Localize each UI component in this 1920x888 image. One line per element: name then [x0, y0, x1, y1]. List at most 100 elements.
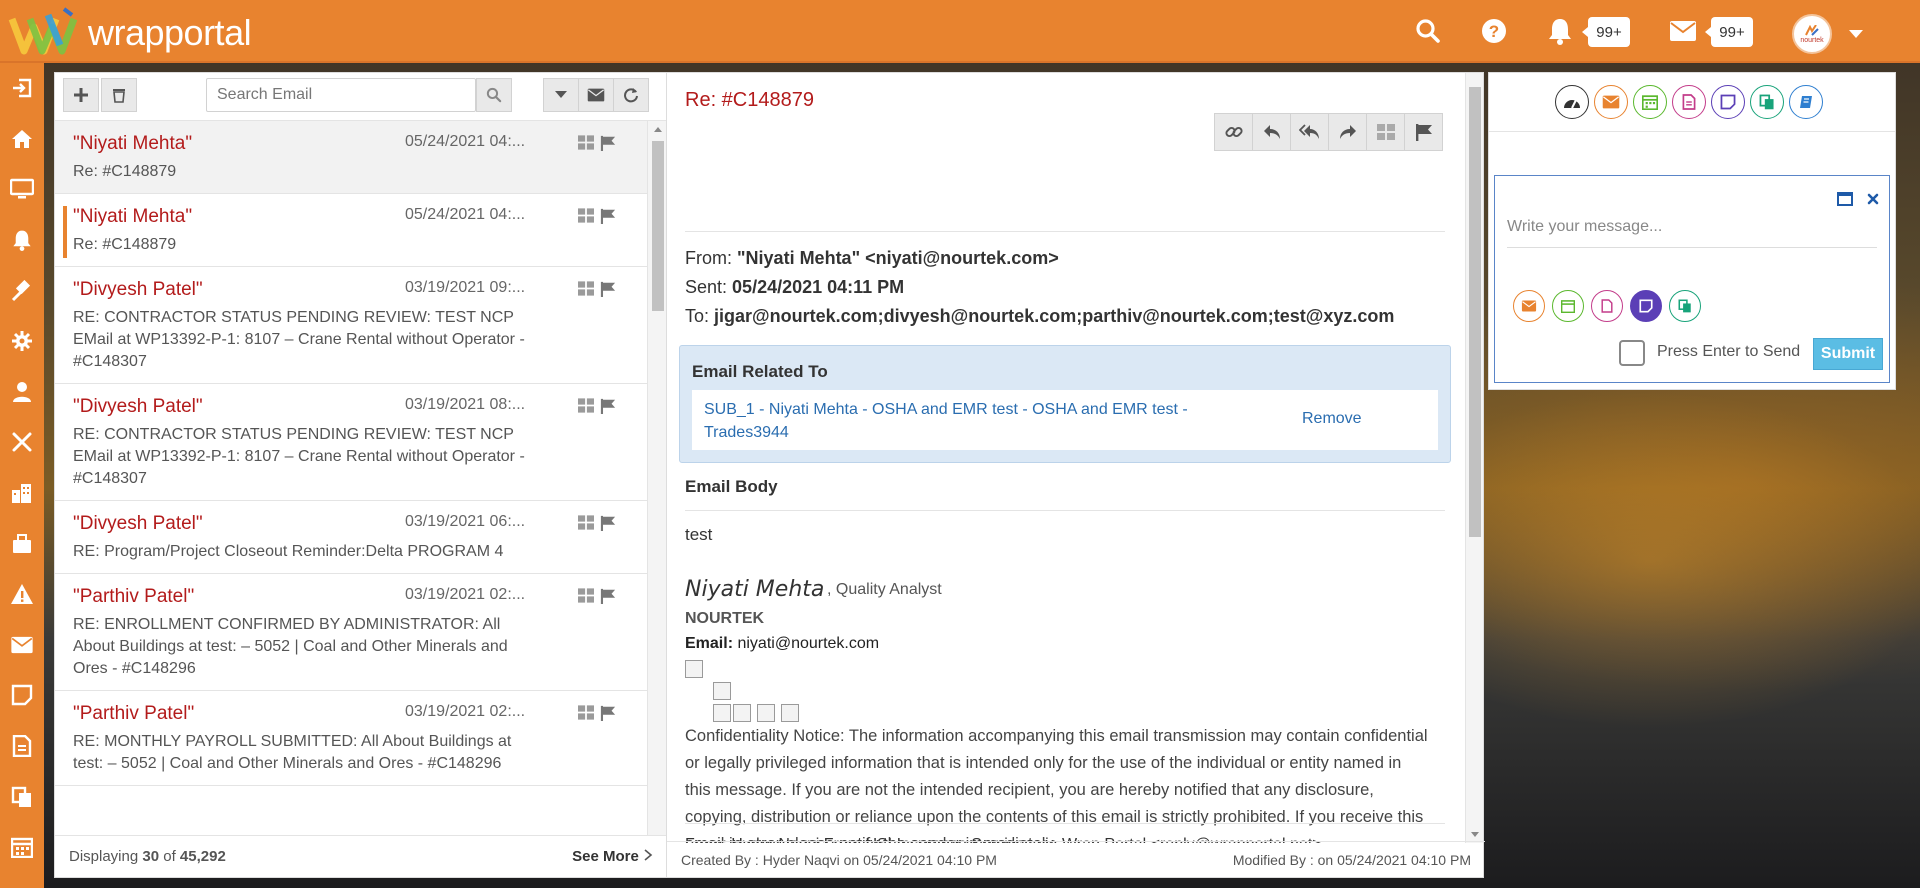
search-icon — [486, 87, 502, 103]
flag-button[interactable] — [1404, 113, 1443, 151]
email-item-actions — [578, 135, 616, 151]
sign-in-icon[interactable] — [0, 63, 44, 114]
refresh-button[interactable] — [613, 78, 649, 112]
reply-all-button[interactable] — [1290, 113, 1329, 151]
email-list-item[interactable]: "Parthiv Patel" 03/19/2021 02:... RE: ENRO… — [55, 574, 647, 691]
see-more-link[interactable]: See More — [572, 848, 653, 865]
related-record-link[interactable]: SUB_1 - Niyati Mehta - OSHA and EMR test… — [704, 398, 1214, 444]
flag-icon[interactable] — [600, 208, 616, 224]
remove-related-link[interactable]: Remove — [1302, 410, 1362, 428]
warning-icon[interactable] — [0, 569, 44, 620]
note-icon[interactable] — [0, 670, 44, 721]
search-button[interactable] — [476, 78, 512, 112]
flag-icon[interactable] — [600, 281, 616, 297]
document-icon[interactable] — [1672, 85, 1706, 119]
building-icon[interactable] — [0, 468, 44, 519]
gear-icon[interactable] — [0, 316, 44, 367]
email-subject: Re: #C148879 — [73, 236, 177, 253]
envelope-icon[interactable] — [1666, 14, 1700, 48]
forward-icon — [1339, 125, 1356, 139]
avatar-logo-icon — [1805, 24, 1819, 36]
email-list-toolbar — [55, 73, 667, 121]
email-detail-scroll-thumb[interactable] — [1469, 87, 1481, 537]
press-enter-checkbox[interactable] — [1619, 340, 1645, 366]
signature-email: Email: niyati@nourtek.com — [685, 635, 880, 652]
grid-view-button[interactable] — [1366, 113, 1405, 151]
email-item-actions — [578, 281, 616, 297]
email-attach-icon[interactable] — [1513, 290, 1545, 322]
reply-button[interactable] — [1252, 113, 1291, 151]
scroll-up-icon[interactable] — [648, 123, 668, 135]
submit-button[interactable]: Submit — [1813, 338, 1883, 370]
flag-icon[interactable] — [600, 588, 616, 604]
grid-icon[interactable] — [578, 135, 594, 150]
copy-icon[interactable] — [1750, 85, 1784, 119]
help-icon[interactable]: ? — [1477, 14, 1511, 48]
document-attach-icon[interactable] — [1591, 290, 1623, 322]
avatar[interactable]: nourtek — [1792, 14, 1832, 54]
broken-image-icon — [685, 660, 703, 678]
copy-attach-icon[interactable] — [1669, 290, 1701, 322]
filter-dropdown-button[interactable] — [543, 78, 579, 112]
note-attach-icon[interactable] — [1630, 290, 1662, 322]
email-subject: RE: ENROLLMENT CONFIRMED BY ADMINISTRATO… — [73, 616, 508, 677]
grid-icon[interactable] — [578, 281, 594, 296]
note-icon[interactable] — [1711, 85, 1745, 119]
email-list-item[interactable]: "Divyesh Patel" 03/19/2021 08:... RE: CONT… — [55, 384, 647, 501]
broken-image-icon — [757, 704, 775, 722]
monitor-icon[interactable] — [0, 164, 44, 215]
calendar-icon[interactable] — [0, 822, 44, 873]
book-icon[interactable] — [1789, 85, 1823, 119]
search-icon[interactable] — [1411, 14, 1445, 48]
email-detail-scrollbar[interactable] — [1465, 73, 1483, 843]
top-bar: wrapportal ? 99+ 99+ nourtek — [0, 0, 1920, 63]
message-input[interactable] — [1507, 206, 1877, 248]
user-icon[interactable] — [0, 367, 44, 418]
toolbox-icon[interactable] — [0, 518, 44, 569]
flag-icon[interactable] — [600, 135, 616, 151]
email-list-scroll-thumb[interactable] — [652, 141, 664, 311]
calendar-icon[interactable] — [1633, 85, 1667, 119]
email-list-item[interactable]: "Divyesh Patel" 03/19/2021 06:... RE: Prog… — [55, 501, 647, 574]
dashboard-icon[interactable] — [1555, 85, 1589, 119]
message-composer: Press Enter to Send Submit — [1494, 175, 1890, 383]
email-list-scrollbar[interactable] — [647, 121, 667, 835]
calendar-attach-icon[interactable] — [1552, 290, 1584, 322]
maximize-icon[interactable] — [1837, 192, 1853, 206]
add-email-button[interactable] — [63, 78, 99, 112]
flag-icon[interactable] — [600, 515, 616, 531]
grid-icon[interactable] — [578, 588, 594, 603]
email-date: 05/24/2021 04:... — [405, 206, 526, 223]
chevron-down-icon[interactable] — [1849, 30, 1863, 38]
bell-icon[interactable] — [0, 215, 44, 266]
compose-button[interactable] — [578, 78, 614, 112]
flag-icon[interactable] — [600, 398, 616, 414]
email-list-item[interactable]: "Niyati Mehta" 05/24/2021 04:... Re: #C148… — [55, 194, 647, 267]
link-button[interactable] — [1214, 113, 1253, 151]
email-list-item[interactable]: "Niyati Mehta" 05/24/2021 04:... Re: #C148… — [55, 121, 647, 194]
email-subject: RE: Program/Project Closeout Reminder:De… — [73, 543, 504, 560]
grid-icon[interactable] — [578, 208, 594, 223]
envelope-icon[interactable] — [0, 620, 44, 671]
document-icon[interactable] — [0, 721, 44, 772]
copy-icon[interactable] — [0, 771, 44, 822]
app-logo[interactable]: wrapportal — [8, 5, 252, 57]
grid-icon[interactable] — [578, 705, 594, 720]
home-icon[interactable] — [0, 114, 44, 165]
tools-icon[interactable] — [0, 417, 44, 468]
email-item-actions — [578, 208, 616, 224]
sent-line: Sent: 05/24/2021 04:11 PM — [685, 277, 905, 297]
email-list-item[interactable]: "Parthiv Patel" 03/19/2021 02:... RE: MONT… — [55, 691, 647, 786]
close-icon[interactable] — [1867, 193, 1879, 205]
delete-email-button[interactable] — [101, 78, 137, 112]
grid-icon[interactable] — [578, 515, 594, 530]
scroll-down-icon[interactable] — [1466, 829, 1484, 841]
forward-button[interactable] — [1328, 113, 1367, 151]
email-list-item[interactable]: "Divyesh Patel" 03/19/2021 09:... RE: CONT… — [55, 267, 647, 384]
flag-icon[interactable] — [600, 705, 616, 721]
bell-icon[interactable] — [1543, 14, 1577, 48]
grid-icon[interactable] — [578, 398, 594, 413]
search-email-input[interactable] — [206, 78, 476, 112]
email-activity-icon[interactable] — [1594, 85, 1628, 119]
gavel-icon[interactable] — [0, 265, 44, 316]
